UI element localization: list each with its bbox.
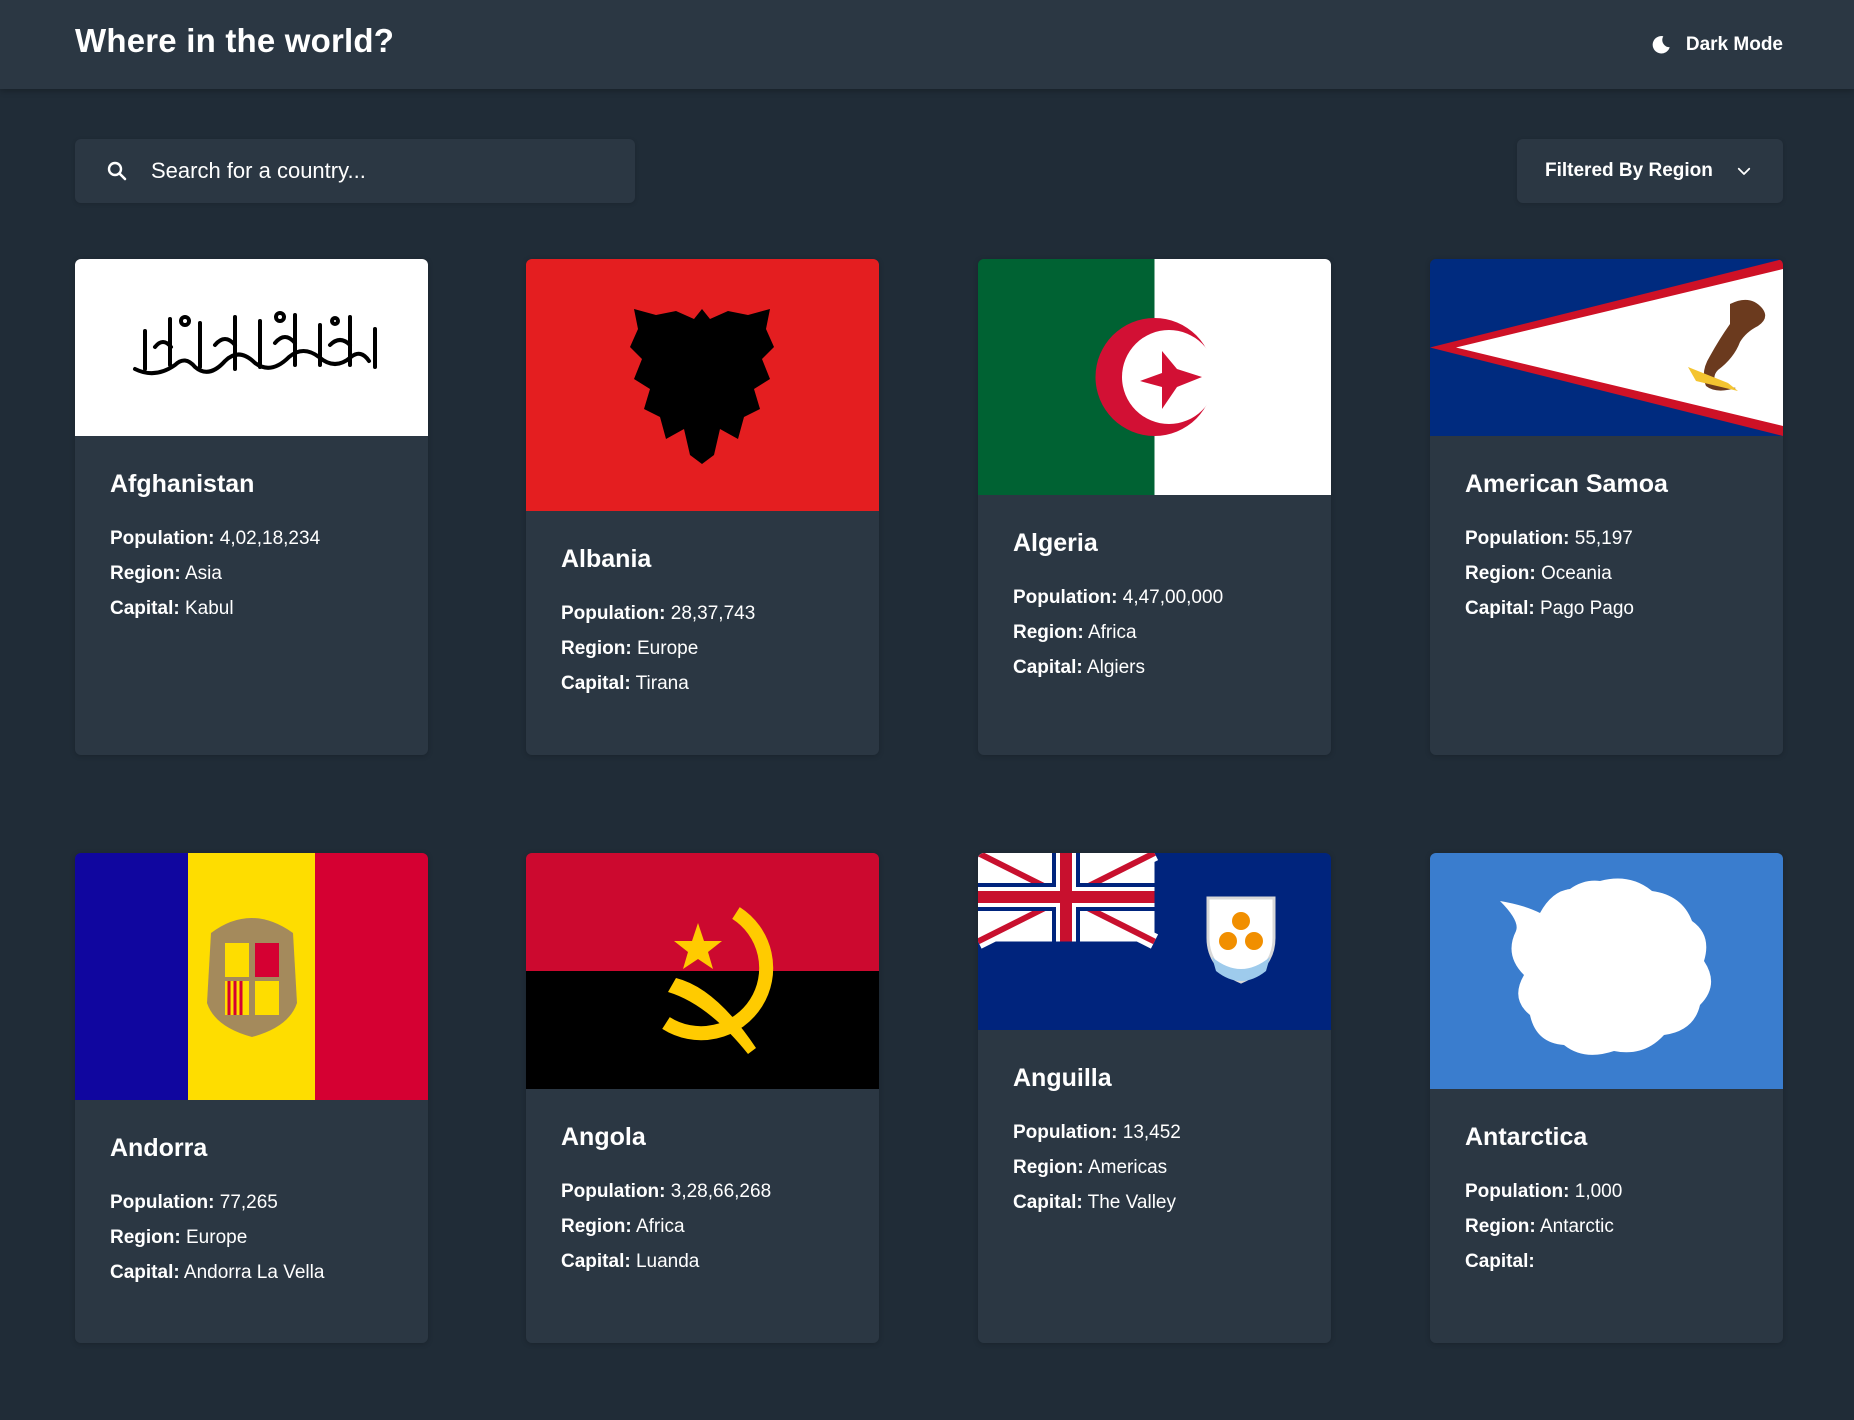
country-card-angola[interactable]: Angola Population: 3,28,66,268 Region: A… bbox=[526, 853, 879, 1343]
region-row: Region: Africa bbox=[1013, 622, 1137, 643]
capital-row: Capital: Tirana bbox=[561, 673, 689, 694]
population-row: Population: 4,02,18,234 bbox=[110, 528, 321, 549]
algeria-flag bbox=[978, 259, 1331, 495]
population-row: Population: 77,265 bbox=[110, 1192, 278, 1213]
albania-flag bbox=[526, 259, 879, 511]
app-title: Where in the world? bbox=[75, 22, 395, 59]
chevron-down-icon bbox=[1737, 167, 1751, 175]
country-name: American Samoa bbox=[1465, 470, 1668, 498]
country-card-anguilla[interactable]: Anguilla Population: 13,452 Region: Amer… bbox=[978, 853, 1331, 1343]
afghanistan-flag bbox=[75, 259, 428, 436]
population-row: Population: 1,000 bbox=[1465, 1181, 1623, 1202]
country-name: Anguilla bbox=[1013, 1064, 1112, 1092]
capital-row: Capital: Andorra La Vella bbox=[110, 1262, 325, 1283]
anguilla-flag bbox=[978, 853, 1331, 1030]
country-card-antarctica[interactable]: Antarctica Population: 1,000 Region: Ant… bbox=[1430, 853, 1783, 1343]
antarctica-flag bbox=[1430, 853, 1783, 1089]
dark-mode-toggle[interactable]: Dark Mode bbox=[1650, 30, 1783, 60]
capital-row: Capital: Algiers bbox=[1013, 657, 1145, 678]
search-icon bbox=[107, 161, 127, 181]
country-card-albania[interactable]: Albania Population: 28,37,743 Region: Eu… bbox=[526, 259, 879, 755]
capital-row: Capital: Luanda bbox=[561, 1251, 700, 1272]
country-name: Albania bbox=[561, 545, 652, 573]
region-row: Region: Oceania bbox=[1465, 563, 1612, 584]
country-name: Angola bbox=[561, 1123, 646, 1151]
country-card-algeria[interactable]: Algeria Population: 4,47,00,000 Region: … bbox=[978, 259, 1331, 755]
region-row: Region: Africa bbox=[561, 1216, 685, 1237]
population-row: Population: 13,452 bbox=[1013, 1122, 1181, 1143]
country-name: Afghanistan bbox=[110, 470, 255, 498]
region-row: Region: Americas bbox=[1013, 1157, 1168, 1178]
capital-row: Capital: Pago Pago bbox=[1465, 598, 1634, 619]
country-name: Andorra bbox=[110, 1134, 208, 1162]
capital-row: Capital: bbox=[1465, 1251, 1535, 1272]
region-row: Region: Europe bbox=[561, 638, 699, 659]
moon-icon bbox=[1652, 36, 1670, 54]
region-row: Region: Antarctic bbox=[1465, 1216, 1614, 1237]
capital-row: Capital: Kabul bbox=[110, 598, 234, 619]
american-samoa-flag bbox=[1430, 259, 1783, 436]
country-name: Algeria bbox=[1013, 529, 1098, 557]
angola-flag bbox=[526, 853, 879, 1089]
region-row: Region: Asia bbox=[110, 563, 222, 584]
population-row: Population: 55,197 bbox=[1465, 528, 1633, 549]
country-card-american-samoa[interactable]: American Samoa Population: 55,197 Region… bbox=[1430, 259, 1783, 755]
population-row: Population: 3,28,66,268 bbox=[561, 1181, 772, 1202]
search-input[interactable] bbox=[149, 157, 635, 185]
region-filter-label: Filtered By Region bbox=[1545, 160, 1713, 181]
country-card-afghanistan[interactable]: Afghanistan Population: 4,02,18,234 Regi… bbox=[75, 259, 428, 755]
region-filter-dropdown[interactable]: Filtered By Region bbox=[1517, 139, 1783, 203]
population-row: Population: 4,47,00,000 bbox=[1013, 587, 1224, 608]
search-box[interactable] bbox=[75, 139, 635, 203]
capital-row: Capital: The Valley bbox=[1013, 1192, 1176, 1213]
app-header: Where in the world? Dark Mode bbox=[0, 0, 1854, 89]
country-name: Antarctica bbox=[1465, 1123, 1588, 1151]
dark-mode-label: Dark Mode bbox=[1685, 34, 1783, 55]
country-card-andorra[interactable]: Andorra Population: 77,265 Region: Europ… bbox=[75, 853, 428, 1343]
population-row: Population: 28,37,743 bbox=[561, 603, 756, 624]
region-row: Region: Europe bbox=[110, 1227, 248, 1248]
andorra-flag bbox=[75, 853, 428, 1100]
